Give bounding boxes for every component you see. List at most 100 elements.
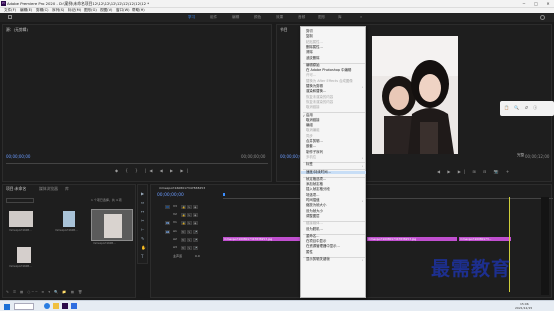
workspace-tab-assembly[interactable]: 组件 [210,15,217,20]
project-tab[interactable]: 项目:未命名 [6,187,26,191]
context-menu-item[interactable]: 设为帧大小 [306,209,323,213]
timeline-clip[interactable]: mmexport16080173... [459,237,511,241]
context-menu-item[interactable]: 嵌套... [306,144,316,148]
project-thumb-4[interactable] [17,247,31,263]
context-menu-item[interactable]: 缩放为帧大小 [306,203,326,207]
context-menu-item[interactable]: 帧定格选项... [306,177,326,181]
context-menu-item[interactable]: 场选项... [306,193,319,197]
floating-toolbar-icons[interactable]: 📋 🔍 ↺ ⓘ [504,106,539,110]
workspace-tab-effects[interactable]: 效果 [276,15,283,20]
context-menu-item[interactable]: 清除 [306,50,313,54]
source-timecode[interactable]: 00;00;00;00 [6,155,30,159]
windows-start-icon[interactable] [4,303,10,310]
context-menu-item[interactable]: 启用 [306,113,313,117]
program-duration: 00;00;12;00 [525,154,550,159]
track-mute-button[interactable]: M [181,246,186,250]
context-menu-item[interactable]: 时间插值 [306,198,320,202]
project-thumb-1[interactable] [9,211,33,227]
minimize-button[interactable]: ─ [518,0,530,7]
context-menu-item[interactable]: 设为脱机... [306,227,323,231]
track-mic-icon[interactable]: 🎤 [193,246,198,250]
context-menu-item[interactable]: 添加帧定格 [306,182,323,186]
libraries-tab[interactable]: 库 [65,187,69,191]
context-menu-item[interactable]: 编组 [306,123,313,127]
track-source-toggle[interactable] [165,205,170,209]
track-eye-icon[interactable]: ◉ [193,205,198,209]
context-menu-item[interactable]: 替换为剪辑 [306,84,323,88]
workspace-tab-graphics[interactable]: 图形 [318,15,325,20]
context-menu-item[interactable]: 速度/持续时间... [301,170,366,174]
track-mic-icon[interactable]: 🎤 [193,230,198,234]
track-lock-icon[interactable]: 🔒 [181,213,186,217]
context-menu-item[interactable]: 删除属性... [306,45,323,49]
project-search-input[interactable] [6,198,34,203]
context-menu-item[interactable]: 重命名... [306,234,319,238]
context-menu-item[interactable]: 显示剪辑关键帧 [306,257,330,261]
source-transport-controls[interactable]: ◆ { } |◀ ◀ ▶ ▶| [115,169,191,173]
home-icon[interactable] [8,15,12,19]
a1-source-patch[interactable]: A1 [165,230,170,234]
track-sync-icon[interactable]: ⇆ [187,221,192,225]
program-fit-dropdown[interactable]: 完整 [517,153,524,158]
context-menu-item[interactable]: 在项目中显示 [306,239,326,243]
context-menu-item[interactable]: 复制 [306,34,313,38]
context-menu-item[interactable]: 插入帧定格分段 [306,187,330,191]
context-menu-item[interactable]: 制作子序列 [306,150,323,154]
context-menu-item[interactable]: 在 Adobe Photoshop 中编辑 [306,68,351,72]
track-sync-icon[interactable]: ⇆ [187,213,192,217]
context-menu-item[interactable]: 调整图层 [306,214,320,218]
workspace-tab-color[interactable]: 颜色 [254,15,261,20]
v1-source-patch[interactable]: V1 [165,221,170,225]
context-menu-item[interactable]: 取消链接 [306,118,320,122]
timeline-clip[interactable]: mmexport1608017347838253.jpg [223,237,301,241]
track-lock-icon[interactable]: 🔒 [181,221,186,225]
workspace-tab-libraries[interactable]: 库 [338,15,342,20]
timeline-clip[interactable]: mmexport1608017347838253.jpg [367,237,457,241]
context-menu-item[interactable]: 合并剪辑... [306,139,323,143]
project-item-label: mmexport1608... [9,229,32,232]
track-solo-button[interactable]: S [187,230,192,234]
playhead[interactable] [223,193,225,196]
track-mic-icon[interactable]: 🎤 [193,238,198,242]
project-item-label: mmexport1608... [55,229,78,232]
workspace-tab-audio[interactable]: 音频 [298,15,305,20]
sequence-tab[interactable]: mmexport1608017347838253 [159,187,205,190]
edge-browser-icon[interactable] [44,303,50,309]
app-taskbar-icon[interactable] [71,303,77,309]
context-menu-item[interactable]: 渲染和替换... [306,89,326,93]
context-menu-item[interactable]: 属性 [306,250,313,254]
context-menu-item[interactable]: 波纹删除 [306,56,320,60]
taskbar-date[interactable]: 2021/12/15 [515,307,532,310]
track-lock-icon[interactable]: 🔒 [181,205,186,209]
search-icon[interactable] [540,15,545,20]
project-thumb-3-selected[interactable] [91,209,133,241]
context-menu-item[interactable]: 在资源管理器中显示... [306,244,340,248]
program-transport-controls[interactable]: ◀ ▶ ▶| ⊞ ⊟ 📷 + [437,170,512,174]
context-menu-item[interactable]: 标签 [306,162,313,166]
premiere-taskbar-icon[interactable] [62,303,68,309]
window-title: Adobe Premiere Pro 2020 - D:\案例\未命名项目12\… [7,0,150,6]
context-menu-item[interactable]: 编辑原始 [306,63,320,67]
workspace-tab-learn[interactable]: 学习 [188,15,195,20]
timeline-timecode[interactable]: 00;00;00;00 [157,193,184,198]
timeline-ruler[interactable] [223,195,553,199]
track-eye-icon[interactable]: ◉ [193,221,198,225]
track-mute-button[interactable]: M [181,230,186,234]
track-solo-button[interactable]: S [187,238,192,242]
file-explorer-icon[interactable] [53,303,59,309]
tool-icons[interactable]: ▶ ⇔ ↔ ✂ ⊢ ✎ ✋ T [141,189,147,261]
context-menu-item[interactable]: 剪切 [306,29,313,33]
source-scrubber[interactable] [6,163,268,164]
media-browser-tab[interactable]: 媒体浏览器 [39,187,58,191]
workspace-more-button[interactable]: » [360,15,362,20]
workspace-tab-editing[interactable]: 编辑 [232,15,239,20]
track-sync-icon[interactable]: ⇆ [187,205,192,209]
track-eye-icon[interactable]: ◉ [193,213,198,217]
project-thumb-2[interactable] [63,211,75,227]
project-bottom-toolbar[interactable]: ✎ ☰ ▦ ○── ≡ ▾ 🔍 📁 ▦ 🗑 [6,290,84,294]
track-mute-button[interactable]: M [181,238,186,242]
maximize-button[interactable]: □ [530,0,542,7]
close-button[interactable]: ✕ [542,0,554,7]
taskbar-search-input[interactable] [14,303,34,310]
track-solo-button[interactable]: S [187,246,192,250]
